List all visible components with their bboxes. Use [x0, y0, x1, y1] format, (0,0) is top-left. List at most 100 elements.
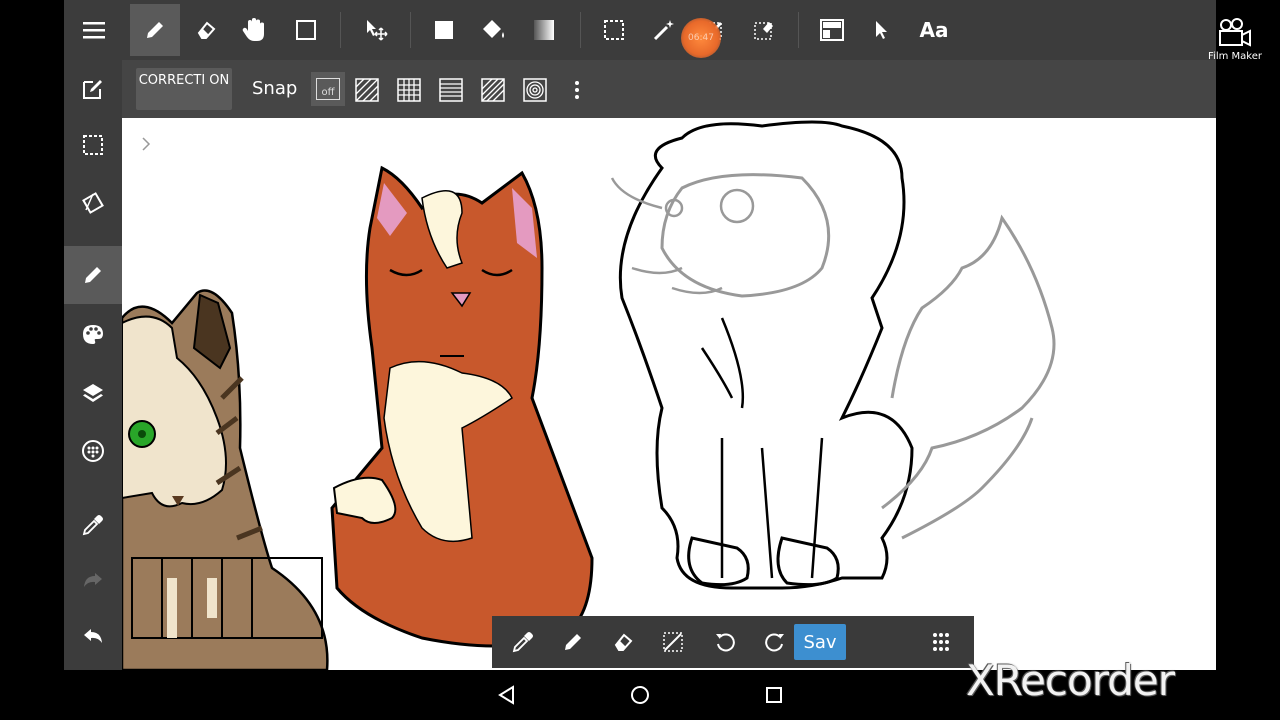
- hand-tool-button[interactable]: [232, 8, 276, 52]
- drawing-canvas[interactable]: [122, 118, 1216, 670]
- fill-rect-tool-button[interactable]: [422, 8, 466, 52]
- snap-horizontal-button[interactable]: [434, 74, 468, 106]
- snap-off-label: off: [316, 78, 340, 100]
- eraser-icon: [614, 633, 633, 651]
- xrecorder-watermark: XRecorder: [966, 656, 1175, 705]
- correction-label: CORRECTI ON: [138, 73, 230, 88]
- quick-pen-button[interactable]: [552, 622, 594, 662]
- select-eraser-tool-button[interactable]: [742, 8, 786, 52]
- snap-parallel-icon: [355, 78, 379, 102]
- save-button[interactable]: Sav: [794, 624, 846, 660]
- home-circle-icon: [631, 686, 649, 704]
- move-tool-button[interactable]: [354, 8, 398, 52]
- selection-icon: [604, 20, 624, 40]
- operation-tool-button[interactable]: [860, 8, 904, 52]
- quick-grid-menu-button[interactable]: [920, 622, 962, 662]
- more-vertical-icon: [575, 81, 579, 99]
- rectangle-icon: [296, 20, 316, 40]
- snap-circle-button[interactable]: [518, 74, 552, 106]
- quick-rotate-right-button[interactable]: [754, 622, 796, 662]
- correction-button[interactable]: CORRECTI ON: [136, 68, 232, 110]
- film-maker-label: Film Maker: [1208, 51, 1262, 62]
- layers-button[interactable]: [72, 372, 114, 414]
- timer-text: 06:47: [688, 33, 714, 43]
- video-camera-icon: [1219, 18, 1251, 47]
- snap-grid-icon: [397, 78, 421, 102]
- snap-parallel-button[interactable]: [350, 74, 384, 106]
- pen-icon: [565, 634, 581, 650]
- gradient-tool-button[interactable]: [522, 8, 566, 52]
- selection-layer-button[interactable]: [72, 124, 114, 166]
- tabby-cat-drawing: [122, 289, 329, 670]
- operation-icon: [876, 21, 887, 39]
- snap-perspective-icon: [481, 78, 505, 102]
- pen-icon: [147, 22, 163, 38]
- rotate-right-icon: [765, 633, 784, 652]
- snap-perspective-button[interactable]: [476, 74, 510, 106]
- grid-menu-icon: [933, 633, 949, 651]
- deselect-icon: [663, 632, 683, 652]
- quick-eyedropper-button[interactable]: [502, 622, 544, 662]
- eyedropper-icon: [512, 632, 533, 653]
- eraser-icon: [197, 21, 216, 39]
- move-icon: [367, 20, 388, 41]
- snap-horizontal-icon: [439, 78, 463, 102]
- palette-icon: [83, 325, 103, 344]
- snap-label: Snap: [252, 78, 298, 99]
- fill-rect-icon: [435, 21, 453, 39]
- color-palette-button[interactable]: [72, 314, 114, 356]
- panel-icon: [820, 19, 844, 41]
- film-maker-overlay[interactable]: Film Maker: [1205, 18, 1265, 62]
- selection-tool-button[interactable]: [592, 8, 636, 52]
- edit-square-icon: [83, 80, 102, 99]
- panel-tool-button[interactable]: [810, 8, 854, 52]
- rotate-canvas-icon: [82, 192, 104, 214]
- quick-deselect-button[interactable]: [652, 622, 694, 662]
- subtoolbar-more-button[interactable]: [564, 74, 590, 106]
- edit-canvas-button[interactable]: [72, 68, 114, 110]
- back-triangle-icon: [498, 685, 514, 705]
- nav-home-button[interactable]: [627, 682, 653, 708]
- lion-sketch-drawing: [610, 120, 1056, 590]
- hand-icon: [242, 18, 264, 41]
- gradient-icon: [534, 20, 554, 40]
- materials-button[interactable]: [72, 430, 114, 472]
- rotate-canvas-button[interactable]: [72, 182, 114, 224]
- eraser-tool-button[interactable]: [184, 8, 228, 52]
- undo-button[interactable]: [72, 616, 114, 658]
- menu-icon[interactable]: [74, 10, 114, 50]
- bucket-icon: [483, 20, 504, 38]
- main-toolbar: Aa: [64, 0, 1216, 60]
- dashed-selection-icon: [83, 135, 103, 155]
- orange-cat-drawing: [330, 165, 594, 648]
- cat-artwork: [122, 120, 1056, 670]
- rectangle-tool-button[interactable]: [284, 8, 328, 52]
- bucket-tool-button[interactable]: [472, 8, 516, 52]
- select-eraser-icon: [754, 22, 773, 40]
- magic-wand-icon: [653, 20, 674, 41]
- redo-icon: [84, 573, 102, 587]
- eyedropper-icon: [82, 515, 103, 536]
- left-sidebar: [64, 60, 122, 670]
- recording-timer[interactable]: 06:47: [681, 18, 721, 58]
- undo-icon: [84, 629, 102, 643]
- text-tool-label: Aa: [919, 18, 949, 42]
- app-window: Aa CORRECTI ON Snap off 06:47: [64, 0, 1216, 670]
- quick-rotate-left-button[interactable]: [704, 622, 746, 662]
- snap-grid-button[interactable]: [392, 74, 426, 106]
- magic-wand-tool-button[interactable]: [642, 8, 686, 52]
- pen-tool-button[interactable]: [130, 4, 180, 56]
- redo-button[interactable]: [72, 560, 114, 602]
- brush-icon: [85, 267, 101, 283]
- recents-square-icon: [766, 687, 782, 703]
- layers-icon: [83, 384, 103, 402]
- eyedropper-button[interactable]: [72, 504, 114, 546]
- nav-recents-button[interactable]: [761, 682, 787, 708]
- brush-button-active[interactable]: [64, 246, 122, 304]
- snap-off-button[interactable]: off: [311, 72, 345, 106]
- quick-eraser-button[interactable]: [602, 622, 644, 662]
- nav-back-button[interactable]: [494, 682, 520, 708]
- rotate-left-icon: [716, 633, 735, 652]
- text-tool-button[interactable]: Aa: [910, 8, 958, 52]
- materials-dots-icon: [82, 440, 104, 462]
